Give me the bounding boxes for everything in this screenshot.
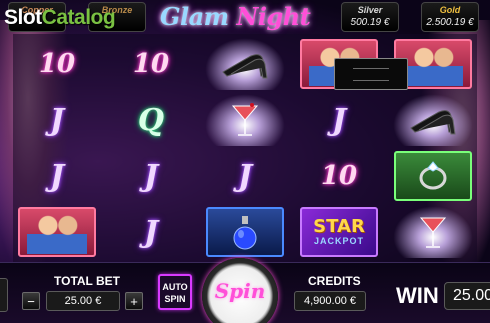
credits-label: CREDITS [308,274,361,288]
watermark-logo: SlotCatalog [4,6,116,30]
symbol-j: J [143,158,159,194]
high-heels-icon [393,94,473,146]
symbol-ten: 10 [38,49,76,79]
symbol-j: J [49,158,65,194]
menu-button[interactable] [0,278,8,312]
reel-cell [389,92,477,148]
ring-icon [394,151,472,201]
jackpot-name: Gold [439,5,461,15]
couple-icon [18,207,96,257]
watermark-part-2: Catalog [41,6,116,29]
logo-part-glam: Glam [160,2,229,31]
reel-cell [201,204,289,260]
reel-cell: J [201,148,289,204]
perfume-icon [206,207,284,257]
symbol-j: J [143,214,159,250]
jackpot-value: 500.19 € [350,17,390,28]
win-value: 25.00 [444,282,490,310]
total-bet-value: 25.00 € [46,291,120,311]
reel-cell [13,204,101,260]
reel-cell [389,204,477,260]
autospin-button[interactable]: AUTO SPIN [158,274,192,310]
symbol-q: Q [137,102,165,138]
reel-cell: J [107,204,195,260]
autospin-label-line-1: AUTO [162,282,188,292]
logo-part-night: Night [236,2,311,31]
martini-icon [205,94,285,146]
popup-menu[interactable] [334,58,408,90]
decrease-bet-button[interactable]: − [22,292,40,310]
martini-icon [393,206,473,258]
reel-cell: 10 [107,36,195,92]
reel-cell [201,36,289,92]
high-heels-icon [205,38,285,90]
jackpot-gold: Gold 2.500.19 € [421,2,479,32]
spin-label: Spin [214,279,266,303]
win-label: WIN [396,283,439,308]
symbol-j: J [49,102,65,138]
star-text: STAR [313,216,365,237]
symbol-ten: 10 [320,161,358,191]
reel-cell: J [107,148,195,204]
increase-bet-button[interactable]: + [125,292,143,310]
autospin-label-line-2: SPIN [164,294,186,304]
popup-menu-line [353,68,389,69]
jackpot-value: 2.500.19 € [426,17,474,28]
reel-cell [201,92,289,148]
reel-cell: J [295,92,383,148]
popup-menu-line [353,80,389,81]
credits-value: 4,900.00 € [294,291,366,311]
symbol-j: J [237,158,253,194]
reel-cell: J [13,148,101,204]
symbol-ten: 10 [132,49,170,79]
total-bet-label: TOTAL BET [54,274,120,288]
star-jackpot-icon: STAR JACKPOT [300,207,378,257]
reel-cell: Q [107,92,195,148]
game-logo: Glam Night [160,2,311,31]
reel-cell: 10 [295,148,383,204]
reel-cell: STAR JACKPOT [295,204,383,260]
jackpot-text: JACKPOT [313,236,364,246]
reel-cell: J [13,92,101,148]
jackpot-silver: Silver 500.19 € [341,2,399,32]
symbol-j: J [331,102,347,138]
reel-cell: 10 [13,36,101,92]
jackpot-name: Silver [357,5,383,15]
reel-cell [389,148,477,204]
watermark-part-1: Slot [4,6,42,29]
